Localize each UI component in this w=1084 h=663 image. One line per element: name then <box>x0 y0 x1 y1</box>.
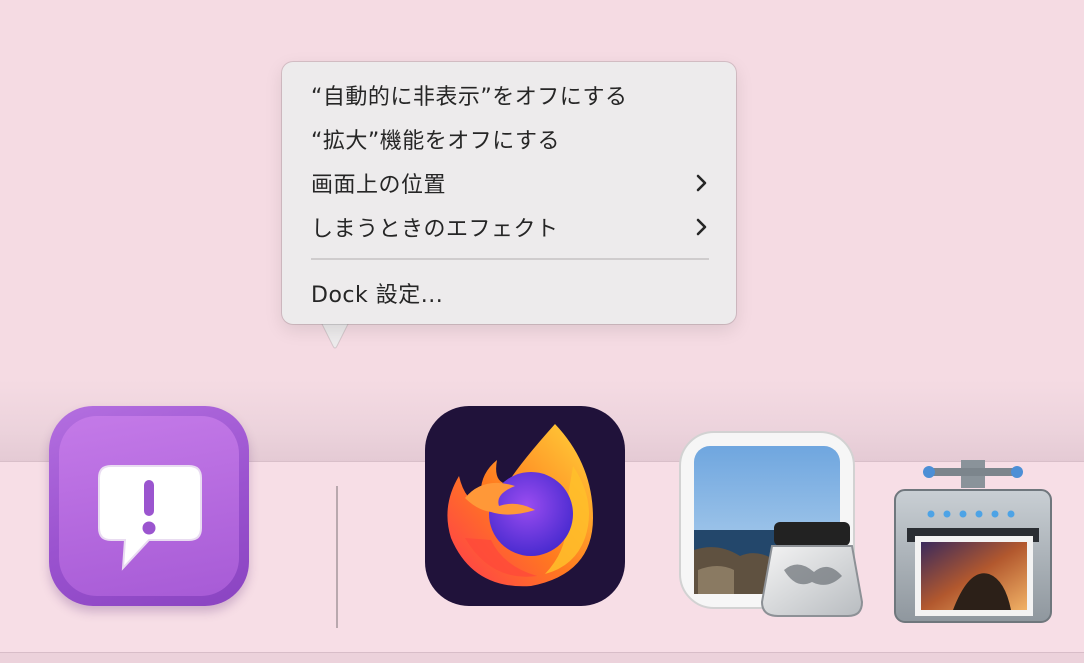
dock-bottom-edge <box>0 652 1084 663</box>
chevron-right-icon <box>696 218 707 236</box>
firefox-icon[interactable] <box>425 406 625 606</box>
menu-item-label: “拡大”機能をオフにする <box>311 129 561 154</box>
image-capture-app-icon <box>894 460 1052 623</box>
preview-app-icon <box>679 431 864 617</box>
menu-item-label: 画面上の位置 <box>311 173 447 198</box>
menu-item-turn-off-magnification[interactable]: “拡大”機能をオフにする <box>282 118 736 160</box>
menu-item-dock-settings[interactable]: Dock 設定... <box>282 272 736 314</box>
feedback-icon-face <box>59 416 239 596</box>
menu-item-turn-off-auto-hide[interactable]: “自動的に非表示”をオフにする <box>282 74 736 116</box>
speech-bubble-exclamation-icon <box>98 465 202 571</box>
dock-separator <box>336 486 338 628</box>
preview-icon[interactable] <box>678 430 864 620</box>
chevron-right-icon <box>696 174 707 192</box>
menu-separator <box>311 258 709 260</box>
menu-item-label: “自動的に非表示”をオフにする <box>311 85 628 110</box>
menu-item-label: しまうときのエフェクト <box>311 217 559 242</box>
menu-item-position-on-screen[interactable]: 画面上の位置 <box>282 162 736 204</box>
firefox-logo-icon <box>447 424 593 587</box>
menu-item-minimize-effect[interactable]: しまうときのエフェクト <box>282 206 736 248</box>
dock-context-menu: “自動的に非表示”をオフにする “拡大”機能をオフにする 画面上の位置 しまうと… <box>282 62 736 324</box>
image-capture-icon[interactable] <box>893 456 1053 626</box>
menu-item-label: Dock 設定... <box>311 283 444 308</box>
feedback-assistant-icon[interactable] <box>49 406 249 606</box>
